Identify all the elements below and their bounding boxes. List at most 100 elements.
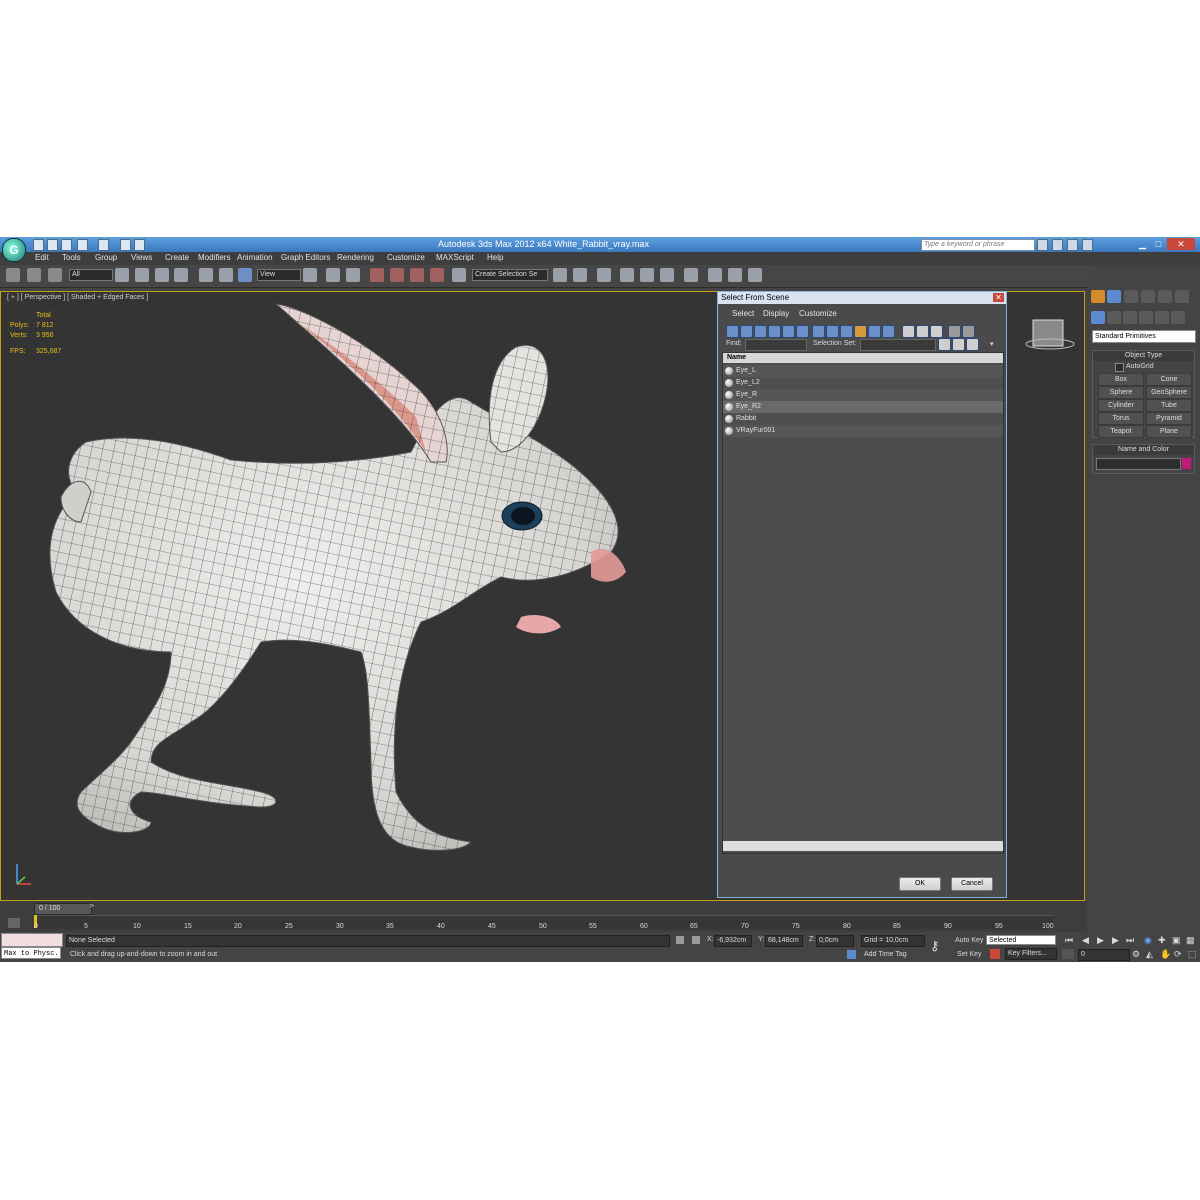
groups-filter-icon[interactable]: [812, 325, 825, 338]
selection-filter-dropdown[interactable]: All: [69, 269, 113, 281]
shapes-filter-icon[interactable]: [740, 325, 753, 338]
geosphere-button[interactable]: GeoSphere: [1146, 386, 1192, 399]
box-button[interactable]: Box: [1098, 373, 1144, 386]
filter-icon[interactable]: [948, 325, 961, 338]
y-coordinate-field[interactable]: 68,148cm: [765, 935, 803, 947]
object-type-header[interactable]: Object Type: [1093, 351, 1194, 361]
spinner-snap-icon[interactable]: [430, 268, 444, 282]
angle-snap-icon[interactable]: [390, 268, 404, 282]
dialog-close-button[interactable]: ✕: [993, 293, 1004, 302]
project-folder-icon[interactable]: [120, 239, 131, 251]
helpers-filter-icon[interactable]: [782, 325, 795, 338]
zoom-all-icon[interactable]: ✚: [1158, 935, 1166, 946]
plane-button[interactable]: Plane: [1146, 425, 1192, 438]
motion-tab-icon[interactable]: [1141, 290, 1155, 303]
pan-icon[interactable]: ✋: [1160, 949, 1171, 960]
x-coordinate-field[interactable]: -6,932cm: [714, 935, 752, 947]
spacewarps-category-icon[interactable]: [1171, 311, 1185, 324]
communication-center-icon[interactable]: [1052, 239, 1063, 251]
helpers-category-icon[interactable]: [1155, 311, 1169, 324]
pivot-center-icon[interactable]: [303, 268, 317, 282]
bind-space-warp-icon[interactable]: [48, 268, 62, 282]
viewcube[interactable]: [1025, 319, 1075, 350]
save-icon[interactable]: [61, 239, 72, 251]
set-key-button[interactable]: Set Key: [957, 951, 982, 958]
time-slider[interactable]: 0 / 100: [34, 903, 92, 915]
app-logo-icon[interactable]: G: [2, 238, 26, 262]
redo-icon[interactable]: [98, 239, 109, 251]
utilities-tab-icon[interactable]: [1175, 290, 1189, 303]
render-setup-icon[interactable]: [708, 268, 722, 282]
list-item[interactable]: Eye_L: [723, 365, 1003, 377]
cameras-category-icon[interactable]: [1139, 311, 1153, 324]
zoom-extents-icon[interactable]: ▣: [1172, 935, 1181, 946]
edit-named-selection-icon[interactable]: [452, 268, 466, 282]
render-production-icon[interactable]: [748, 268, 762, 282]
schematic-view-icon[interactable]: [660, 268, 674, 282]
z-coordinate-field[interactable]: 0,0cm: [816, 935, 854, 947]
list-item[interactable]: Eye_R: [723, 389, 1003, 401]
zoom-icon[interactable]: ◉: [1144, 935, 1152, 946]
mirror-icon[interactable]: [553, 268, 567, 282]
lights-category-icon[interactable]: [1123, 311, 1137, 324]
open-file-icon[interactable]: [47, 239, 58, 251]
select-invert-icon[interactable]: [930, 325, 943, 338]
scale-icon[interactable]: [238, 268, 252, 282]
ok-button[interactable]: OK: [899, 877, 941, 891]
menu-group[interactable]: Group: [95, 253, 117, 262]
menu-animation[interactable]: Animation: [237, 253, 273, 262]
menu-maxscript[interactable]: MAXScript: [436, 253, 474, 262]
selection-set-dropdown[interactable]: [860, 339, 936, 351]
next-frame-icon[interactable]: ▶: [1112, 935, 1119, 946]
add-time-tag[interactable]: Add Time Tag: [864, 951, 907, 958]
menu-modifiers[interactable]: Modifiers: [198, 253, 230, 262]
find-input[interactable]: [745, 339, 807, 351]
filter-options-icon[interactable]: [962, 325, 975, 338]
menu-views[interactable]: Views: [131, 253, 152, 262]
select-object-icon[interactable]: [115, 268, 129, 282]
field-of-view-icon[interactable]: ◭: [1146, 949, 1153, 960]
go-to-start-icon[interactable]: ⏮: [1065, 935, 1073, 946]
zoom-extents-all-icon[interactable]: ▦: [1186, 935, 1195, 946]
orbit-icon[interactable]: ⟳: [1174, 949, 1182, 960]
help-icon[interactable]: [1082, 239, 1093, 251]
window-crossing-icon[interactable]: [174, 268, 188, 282]
dialog-menu-customize[interactable]: Customize: [799, 309, 837, 318]
key-mode-toggle-icon[interactable]: [1062, 949, 1074, 959]
play-icon[interactable]: ▶: [1097, 935, 1104, 946]
link-icon[interactable]: [6, 268, 20, 282]
horizontal-scrollbar[interactable]: [723, 841, 1003, 851]
previous-frame-icon[interactable]: ◀: [1082, 935, 1089, 946]
menu-tools[interactable]: Tools: [62, 253, 81, 262]
dialog-menu-display[interactable]: Display: [763, 309, 789, 318]
edit-selection-set-icon[interactable]: [952, 338, 965, 351]
select-by-name-icon[interactable]: [135, 268, 149, 282]
new-file-icon[interactable]: [33, 239, 44, 251]
rotate-icon[interactable]: [219, 268, 233, 282]
binoculars-icon[interactable]: [1037, 239, 1048, 251]
teapot-button[interactable]: Teapot: [1098, 425, 1144, 438]
list-item[interactable]: Eye_R2: [723, 401, 1003, 413]
spacewarps-filter-icon[interactable]: [796, 325, 809, 338]
containers-filter-icon[interactable]: [854, 325, 867, 338]
primitive-category-dropdown[interactable]: Standard Primitives: [1092, 330, 1196, 343]
auto-key-button[interactable]: Auto Key: [955, 937, 983, 944]
rendered-frame-window-icon[interactable]: [728, 268, 742, 282]
dialog-menu-select[interactable]: Select: [732, 309, 754, 318]
time-slider-next-icon[interactable]: >: [90, 903, 94, 910]
key-icon[interactable]: ⚷: [930, 938, 940, 954]
quick-access-dropdown-icon[interactable]: [134, 239, 145, 251]
key-filters-button[interactable]: Key Filters...: [1005, 948, 1057, 960]
cylinder-button[interactable]: Cylinder: [1098, 399, 1144, 412]
cancel-button[interactable]: Cancel: [951, 877, 993, 891]
move-icon[interactable]: [199, 268, 213, 282]
menu-rendering[interactable]: Rendering: [337, 253, 374, 262]
mini-curve-editor-icon[interactable]: [8, 918, 20, 928]
bones-filter-icon[interactable]: [840, 325, 853, 338]
dialog-options-chevron-icon[interactable]: ▾: [990, 340, 994, 348]
keyboard-shortcut-icon[interactable]: [346, 268, 360, 282]
display-tab-icon[interactable]: [1158, 290, 1172, 303]
object-name-input[interactable]: [1096, 458, 1181, 470]
key-mode-dropdown[interactable]: Selected: [986, 935, 1056, 945]
maxscript-listener[interactable]: Max to Physc.: [1, 947, 61, 959]
